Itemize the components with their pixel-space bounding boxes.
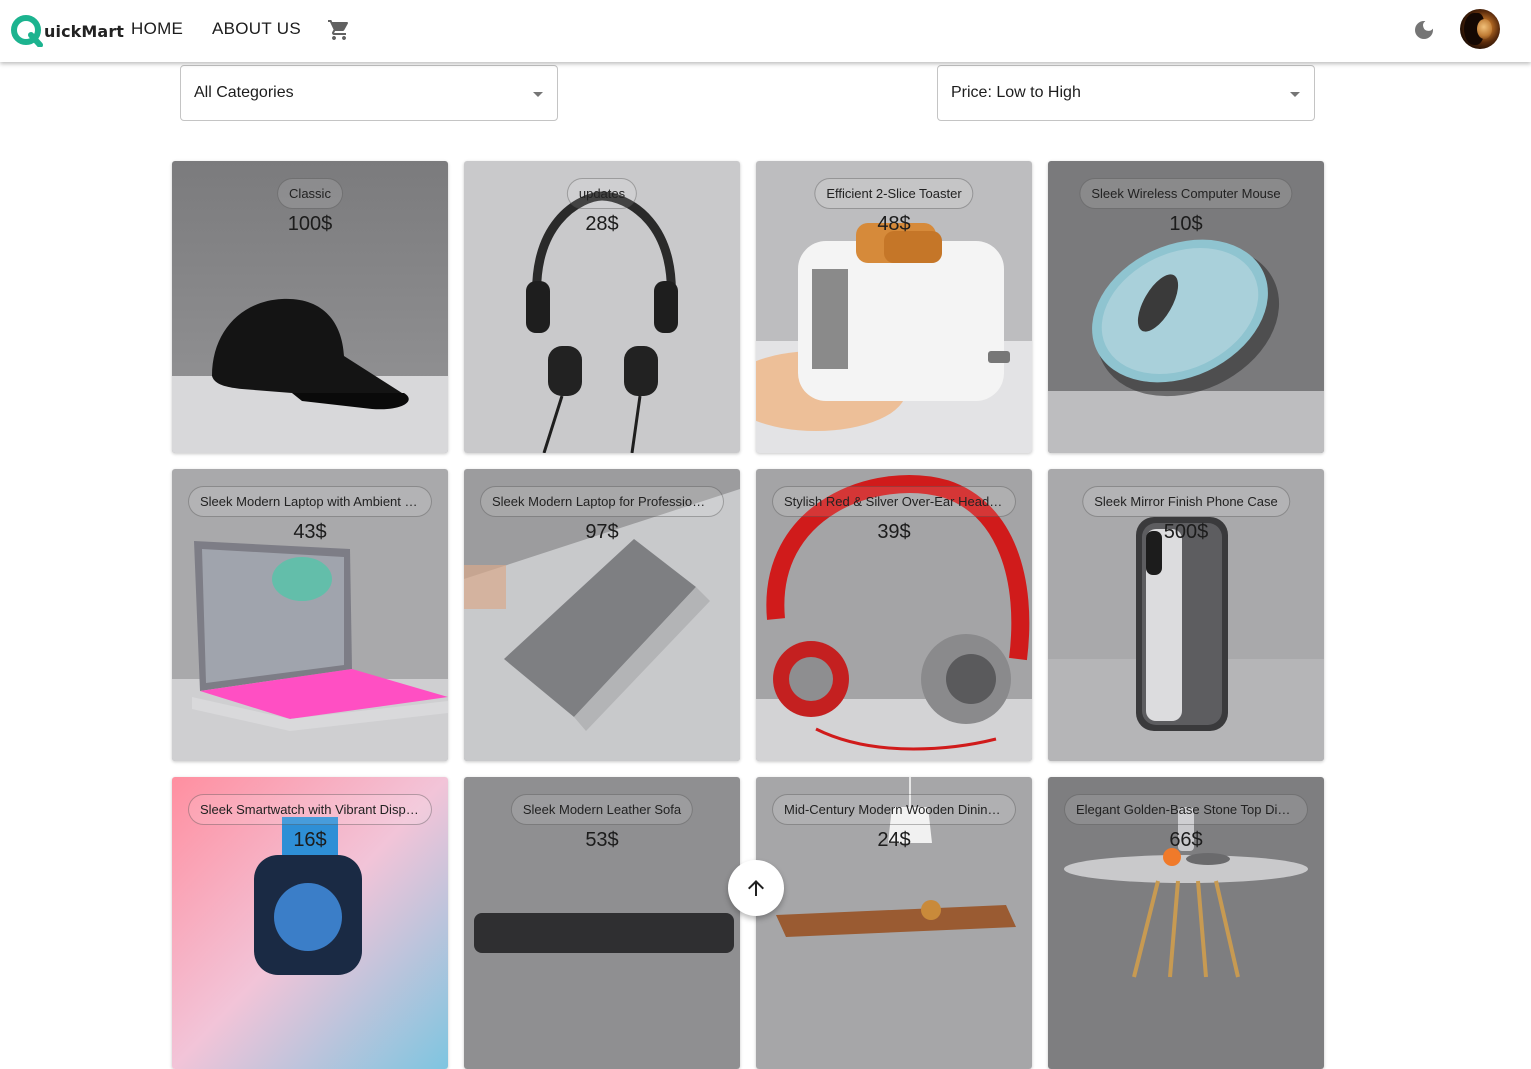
product-card[interactable]: Sleek Modern Leather Sofa 53$: [464, 777, 740, 1069]
product-price: 39$: [877, 521, 911, 543]
product-card[interactable]: Classic 100$: [172, 161, 448, 453]
category-select[interactable]: All Categories: [180, 65, 558, 121]
category-select-value: All Categories: [194, 84, 294, 101]
product-name-chip: Elegant Golden-Base Stone Top Dining Tab…: [1064, 794, 1308, 825]
product-name-chip: Sleek Modern Laptop with Ambient Lightin…: [188, 486, 432, 517]
product-name-chip: Classic: [277, 178, 343, 209]
sort-select[interactable]: Price: Low to High: [937, 65, 1315, 121]
product-card[interactable]: Stylish Red & Silver Over-Ear Headphones…: [756, 469, 1032, 761]
product-name-chip: Efficient 2-Slice Toaster: [814, 178, 974, 209]
product-card[interactable]: Sleek Wireless Computer Mouse 10$: [1048, 161, 1324, 453]
logo-wordmark: uickMart: [44, 21, 125, 41]
quickmart-logo[interactable]: uickMart: [11, 14, 124, 48]
product-name-chip: Mid-Century Modern Wooden Dining Table: [772, 794, 1016, 825]
product-name-chip: updates: [566, 178, 638, 209]
product-price: 48$: [877, 213, 911, 235]
product-card[interactable]: Sleek Smartwatch with Vibrant Display 16…: [172, 777, 448, 1069]
product-price: 10$: [1169, 213, 1203, 235]
product-card[interactable]: updates 28$: [464, 161, 740, 453]
product-name-chip: Sleek Smartwatch with Vibrant Display: [188, 794, 432, 825]
nav-about-link[interactable]: ABOUT US: [212, 19, 301, 39]
product-name-chip: Sleek Mirror Finish Phone Case: [1082, 486, 1290, 517]
product-card[interactable]: Efficient 2-Slice Toaster 48$: [756, 161, 1032, 453]
nav-home-link[interactable]: HOME: [131, 19, 183, 39]
sort-select-value: Price: Low to High: [951, 84, 1081, 101]
product-card[interactable]: Elegant Golden-Base Stone Top Dining Tab…: [1048, 777, 1324, 1069]
chevron-down-icon: [533, 92, 543, 97]
product-card[interactable]: Sleek Modern Laptop with Ambient Lightin…: [172, 469, 448, 761]
product-price: 100$: [287, 213, 333, 235]
product-name-chip: Sleek Modern Laptop for Professionals: [480, 486, 724, 517]
product-name-chip: Stylish Red & Silver Over-Ear Headphones: [772, 486, 1016, 517]
product-price: 43$: [293, 521, 327, 543]
top-app-bar: uickMart HOME ABOUT US: [0, 0, 1531, 62]
product-name-chip: Sleek Modern Leather Sofa: [510, 794, 694, 825]
user-avatar[interactable]: [1460, 9, 1500, 49]
product-price: 28$: [585, 213, 619, 235]
shopping-cart-icon[interactable]: [327, 18, 351, 42]
scroll-to-top-button[interactable]: [728, 860, 784, 916]
product-card[interactable]: Mid-Century Modern Wooden Dining Table 2…: [756, 777, 1032, 1069]
product-price: 500$: [1163, 521, 1209, 543]
product-card[interactable]: Sleek Modern Laptop for Professionals 97…: [464, 469, 740, 761]
product-price: 24$: [877, 829, 911, 851]
product-price: 66$: [1169, 829, 1203, 851]
chevron-down-icon: [1290, 92, 1300, 97]
dark-mode-moon-icon[interactable]: [1412, 18, 1436, 42]
product-card[interactable]: Sleek Mirror Finish Phone Case 500$: [1048, 469, 1324, 761]
product-price: 97$: [585, 521, 619, 543]
logo-q-icon: [11, 15, 43, 47]
product-name-chip: Sleek Wireless Computer Mouse: [1079, 178, 1293, 209]
product-price: 16$: [293, 829, 327, 851]
product-price: 53$: [585, 829, 619, 851]
arrow-up-icon: [748, 880, 764, 896]
